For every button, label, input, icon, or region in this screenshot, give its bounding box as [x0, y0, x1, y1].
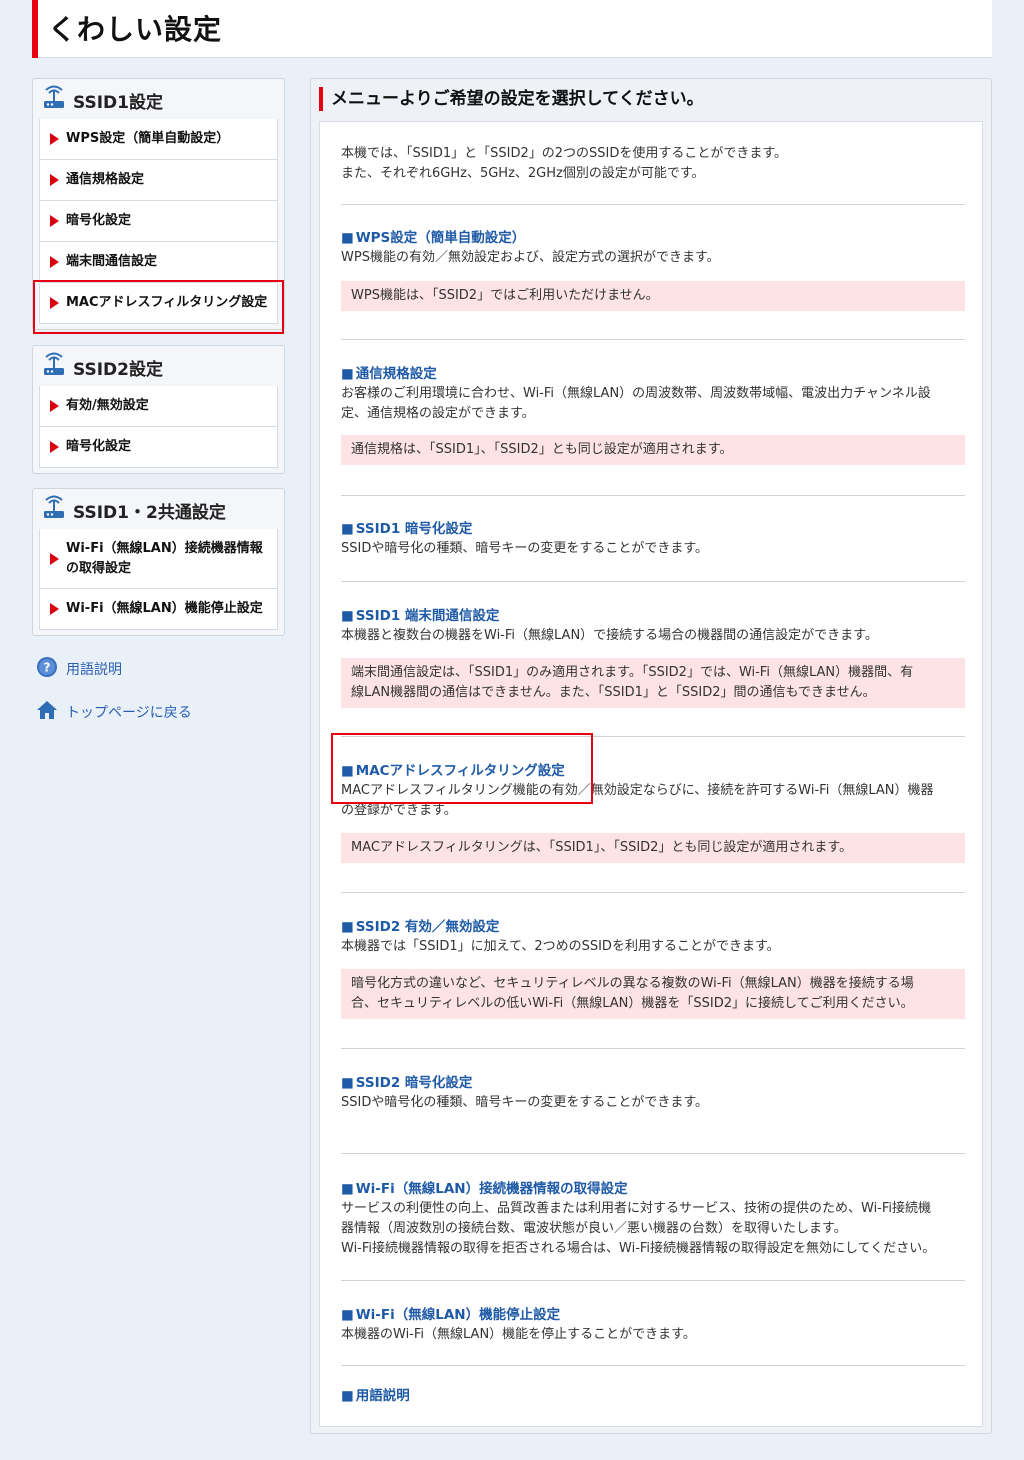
note-wps: WPS機能は、「SSID2」ではご利用いただけません。 [341, 281, 965, 311]
arrow-right-icon [50, 441, 59, 453]
section-ssid1-encryption: ■ SSID1 暗号化設定 SSIDや暗号化の種類、暗号キーの変更をすることができ… [341, 519, 965, 559]
divider [341, 204, 965, 205]
router-wifi-icon [44, 352, 64, 375]
section-ssid2-encryption: ■ SSID2 暗号化設定 SSIDや暗号化の種類、暗号キーの変更をすることができ… [341, 1073, 965, 1113]
home-icon [37, 701, 57, 719]
divider [341, 1153, 965, 1154]
top-page-link[interactable]: トップページに戻る [36, 699, 192, 725]
router-wifi-icon [44, 85, 64, 108]
sidebar-item-device-info[interactable]: Wi-Fi（無線LAN）接続機器情報の取得設定 [39, 529, 278, 589]
note-p2p: 端末間通信設定は、「SSID1」のみ適用されます。「SSID2」では、Wi-Fi… [341, 658, 965, 708]
divider [341, 1365, 965, 1366]
sidebar-ssid2-header: SSID2設定 [33, 346, 284, 386]
section-title-device-info[interactable]: ■ Wi-Fi（無線LAN）接続機器情報の取得設定 [341, 1179, 965, 1199]
section-title-standard[interactable]: ■ 通信規格設定 [341, 364, 965, 384]
main-heading: メニューよりご希望の設定を選択してください。 [319, 87, 704, 111]
divider [341, 1048, 965, 1049]
section-title-mac-filter[interactable]: ■ MACアドレスフィルタリング設定 [341, 761, 965, 781]
arrow-right-icon [50, 400, 59, 412]
section-standard: ■ 通信規格設定 お客様のご利用環境に合わせ、Wi-Fi（無線LAN）の周波数帯、… [341, 364, 965, 465]
divider [341, 736, 965, 737]
main-content: 本機では、「SSID1」と「SSID2」の2つのSSIDを使用することができます… [319, 121, 983, 1427]
divider [341, 495, 965, 496]
router-wifi-icon [44, 495, 64, 518]
section-ssid1-p2p: ■ SSID1 端末間通信設定 本機器と複数台の機器をWi-Fi（無線LAN）で接… [341, 606, 965, 708]
section-title-glossary[interactable]: ■ 用語説明 [341, 1386, 965, 1406]
arrow-right-icon [50, 133, 59, 145]
note-ssid2-enable: 暗号化方式の違いなど、セキュリティレベルの異なる複数のWi-Fi（無線LAN）機… [341, 969, 965, 1019]
sidebar-item-mac-filter[interactable]: MACアドレスフィルタリング設定 [39, 283, 278, 324]
arrow-right-icon [50, 215, 59, 227]
sidebar-item-ssid2-enable[interactable]: 有効/無効設定 [39, 386, 278, 427]
sidebar-common-box: SSID1・2共通設定 Wi-Fi（無線LAN）接続機器情報の取得設定 Wi-F… [32, 488, 285, 636]
intro-text: 本機では、「SSID1」と「SSID2」の2つのSSIDを使用することができます… [341, 146, 788, 181]
section-title-wps[interactable]: ■ WPS設定（簡単自動設定） [341, 228, 965, 248]
help-icon: ? [37, 657, 57, 677]
arrow-right-icon [50, 174, 59, 186]
sidebar-item-wifi-stop[interactable]: Wi-Fi（無線LAN）機能停止設定 [39, 589, 278, 630]
sidebar-ssid1-header: SSID1設定 [33, 79, 284, 119]
main-panel: メニューよりご希望の設定を選択してください。 本機では、「SSID1」と「SSI… [310, 78, 992, 1434]
arrow-right-icon [50, 603, 59, 615]
sidebar-item-encryption[interactable]: 暗号化設定 [39, 201, 278, 242]
section-title-ssid1-p2p[interactable]: ■ SSID1 端末間通信設定 [341, 606, 965, 626]
sidebar-item-p2p[interactable]: 端末間通信設定 [39, 242, 278, 283]
arrow-right-icon [50, 297, 59, 309]
divider [341, 581, 965, 582]
divider [341, 339, 965, 340]
section-title-wifi-stop[interactable]: ■ Wi-Fi（無線LAN）機能停止設定 [341, 1305, 965, 1325]
page-title: くわしい設定 [48, 13, 223, 46]
note-mac-filter: MACアドレスフィルタリングは、「SSID1」、「SSID2」とも同じ設定が適用… [341, 833, 965, 863]
svg-text:?: ? [44, 661, 51, 675]
sidebar-item-standard[interactable]: 通信規格設定 [39, 160, 278, 201]
sidebar-ssid2-box: SSID2設定 有効/無効設定 暗号化設定 [32, 345, 285, 474]
arrow-right-icon [50, 552, 59, 565]
sidebar-common-title: SSID1・2共通設定 [73, 503, 226, 523]
sidebar-common-header: SSID1・2共通設定 [33, 489, 284, 529]
section-wps: ■ WPS設定（簡単自動設定） WPS機能の有効／無効設定および、設定方式の選択が… [341, 228, 965, 311]
section-device-info: ■ Wi-Fi（無線LAN）接続機器情報の取得設定 サービスの利便性の向上、品質改… [341, 1179, 965, 1259]
glossary-link[interactable]: ? 用語説明 [36, 656, 122, 682]
section-mac-filter: ■ MACアドレスフィルタリング設定 MACアドレスフィルタリング機能の有効／無効… [341, 761, 965, 863]
note-standard: 通信規格は、「SSID1」、「SSID2」とも同じ設定が適用されます。 [341, 435, 965, 465]
sidebar-item-ssid2-encryption[interactable]: 暗号化設定 [39, 427, 278, 468]
sidebar-ssid1-title: SSID1設定 [73, 93, 163, 113]
section-title-ssid2-enable[interactable]: ■ SSID2 有効／無効設定 [341, 917, 965, 937]
page-header: くわしい設定 [32, 0, 992, 58]
section-ssid2-enable: ■ SSID2 有効／無効設定 本機器では「SSID1」に加えて、2つめのSSID… [341, 917, 965, 1019]
sidebar-ssid2-title: SSID2設定 [73, 360, 163, 380]
section-title-ssid2-encryption[interactable]: ■ SSID2 暗号化設定 [341, 1073, 965, 1093]
sidebar-ssid1-box: SSID1設定 WPS設定（簡単自動設定） 通信規格設定 暗号化設定 端末間通信… [32, 78, 285, 330]
divider [341, 1280, 965, 1281]
section-title-ssid1-encryption[interactable]: ■ SSID1 暗号化設定 [341, 519, 965, 539]
sidebar-item-wps[interactable]: WPS設定（簡単自動設定） [39, 119, 278, 160]
section-glossary: ■ 用語説明 [341, 1386, 965, 1406]
section-wifi-stop: ■ Wi-Fi（無線LAN）機能停止設定 本機器のWi-Fi（無線LAN）機能を停… [341, 1305, 965, 1345]
divider [341, 892, 965, 893]
arrow-right-icon [50, 256, 59, 268]
